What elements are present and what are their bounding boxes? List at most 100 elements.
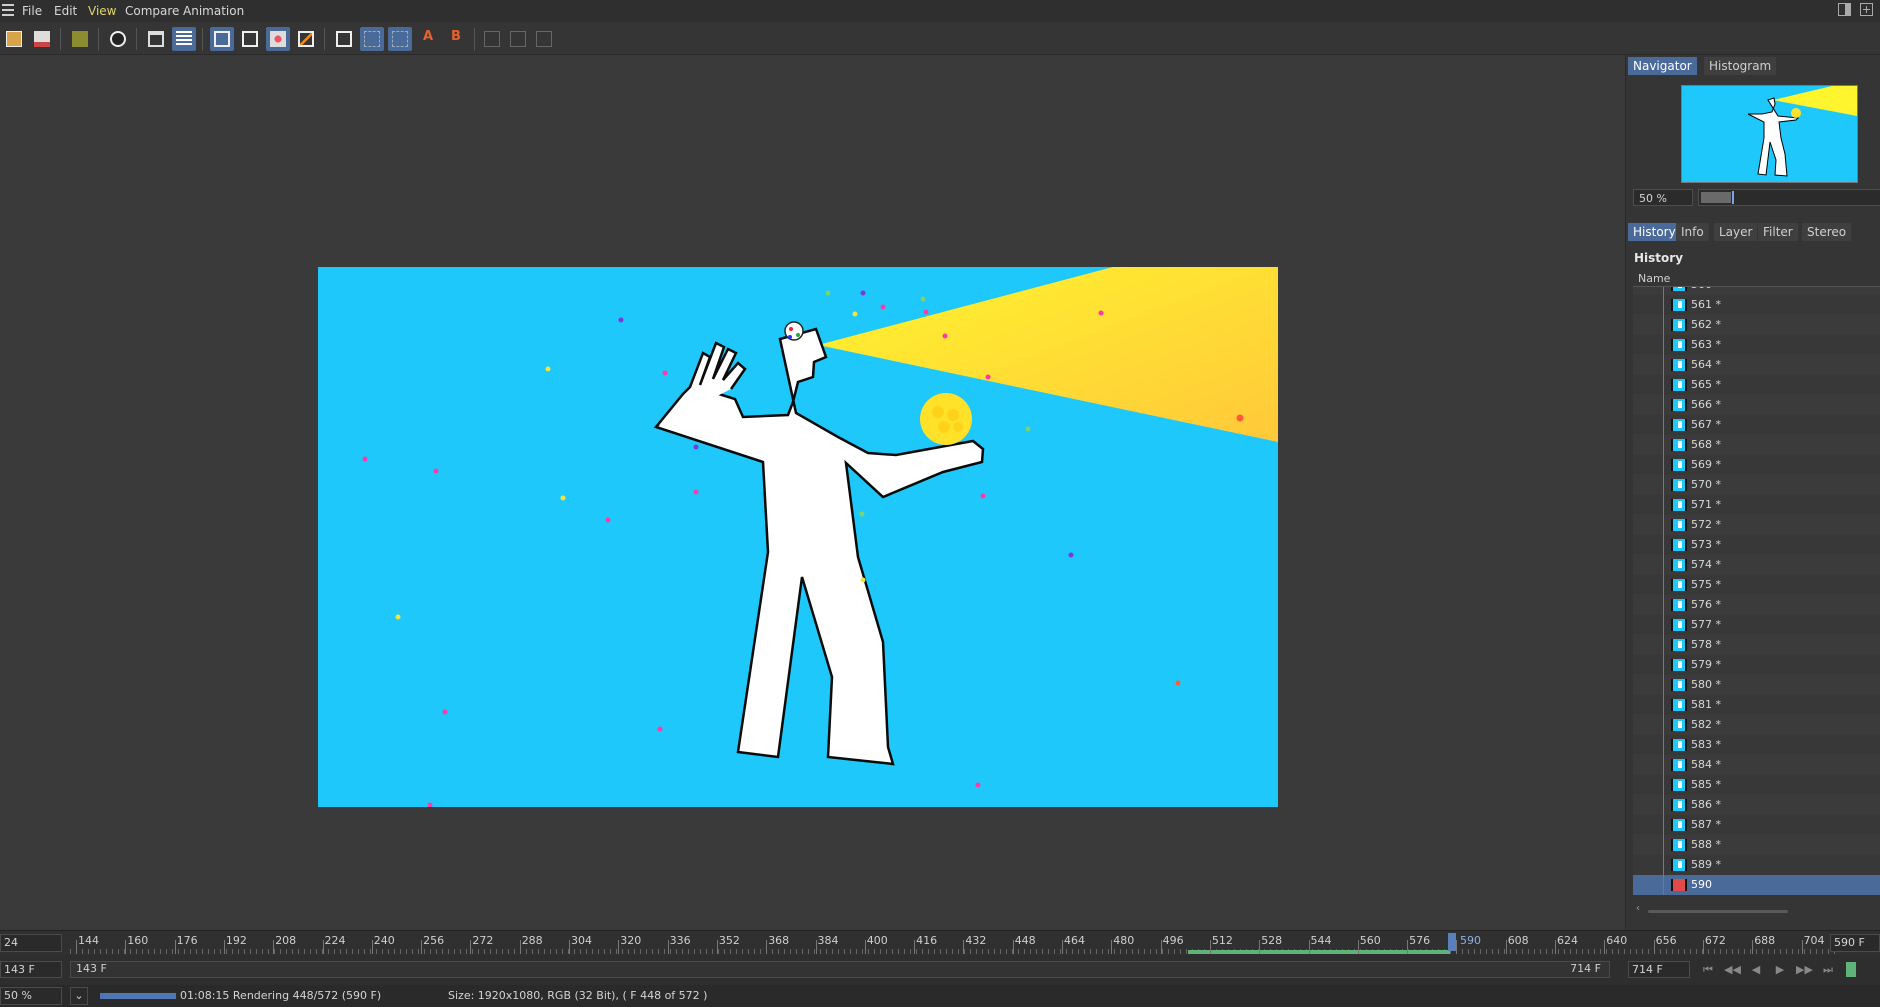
ab-compare-button[interactable]	[332, 27, 356, 51]
history-row[interactable]: 566 *	[1633, 395, 1880, 415]
delete-button[interactable]	[144, 27, 168, 51]
menu-compare[interactable]: Compare	[125, 4, 179, 18]
save-button[interactable]	[30, 27, 54, 51]
go-to-start-icon[interactable]: ⏮	[1700, 962, 1716, 977]
layout-2-button[interactable]	[506, 27, 530, 51]
history-row[interactable]: 583 *	[1633, 735, 1880, 755]
ruler-tick	[667, 940, 669, 954]
history-row[interactable]: 571 *	[1633, 495, 1880, 515]
history-row[interactable]: 570 *	[1633, 475, 1880, 495]
history-row[interactable]: 574 *	[1633, 555, 1880, 575]
menu-animation[interactable]: Animation	[183, 4, 244, 18]
loop-icon[interactable]	[1846, 962, 1856, 977]
status-dropdown[interactable]: ⌄	[70, 987, 88, 1005]
zoom-slider-handle[interactable]	[1732, 191, 1734, 204]
history-row[interactable]: 573 *	[1633, 535, 1880, 555]
navigator-thumbnail[interactable]	[1681, 85, 1858, 183]
history-column-name[interactable]: Name	[1633, 270, 1880, 287]
view-single-button[interactable]	[210, 27, 234, 51]
tab-history[interactable]: History	[1628, 223, 1681, 241]
tab-histogram[interactable]: Histogram	[1704, 57, 1777, 75]
history-row[interactable]: 582 *	[1633, 715, 1880, 735]
tab-info[interactable]: Info	[1676, 223, 1709, 241]
history-row[interactable]: 567 *	[1633, 415, 1880, 435]
history-row[interactable]: 588 *	[1633, 835, 1880, 855]
view-region-button[interactable]	[238, 27, 262, 51]
history-list[interactable]: 560 * 561 * 562 * 563 * 564 * 565 * 566 * 567 *…	[1633, 287, 1880, 897]
history-row[interactable]: 584 *	[1633, 755, 1880, 775]
history-row[interactable]: 565 *	[1633, 375, 1880, 395]
history-row[interactable]: 578 *	[1633, 635, 1880, 655]
menu-file[interactable]: File	[22, 4, 42, 18]
view-edit-button[interactable]	[294, 27, 318, 51]
history-row[interactable]: 590	[1633, 875, 1880, 895]
ruler-tick	[864, 940, 866, 954]
history-row[interactable]: 579 *	[1633, 655, 1880, 675]
ruler-tick	[1259, 940, 1261, 954]
step-back-icon[interactable]: ◀◀	[1724, 962, 1741, 977]
history-row[interactable]: 577 *	[1633, 615, 1880, 635]
history-row[interactable]: 586 *	[1633, 795, 1880, 815]
status-zoom-field[interactable]: 50 %	[0, 987, 62, 1005]
split-horizontal-button[interactable]	[360, 27, 384, 51]
toolbar-divider	[324, 28, 325, 50]
history-row[interactable]: 564 *	[1633, 355, 1880, 375]
zoom-slider[interactable]	[1698, 189, 1880, 206]
layout-1-button[interactable]	[480, 27, 504, 51]
clapper-button[interactable]	[106, 27, 130, 51]
split-vertical-button[interactable]	[388, 27, 412, 51]
timeline-ruler[interactable]: 24 144 160 176 192 208 224 240 256 272 288 304 320 3…	[0, 931, 1880, 955]
panel-layout-icon[interactable]	[1838, 3, 1851, 16]
film-frame-icon	[1671, 839, 1687, 851]
tab-stereo[interactable]: Stereo	[1802, 223, 1852, 241]
tab-filter[interactable]: Filter	[1758, 223, 1798, 241]
set-a-button[interactable]: A	[416, 27, 440, 51]
end-frame-field[interactable]: 590 F	[1830, 934, 1880, 952]
list-view-button[interactable]	[172, 27, 196, 51]
scroll-left-icon[interactable]: ‹	[1636, 903, 1640, 914]
play-forward-icon[interactable]: ▶	[1772, 962, 1788, 977]
history-row[interactable]: 569 *	[1633, 455, 1880, 475]
film-frame-icon	[1671, 499, 1687, 511]
image-viewer[interactable]	[0, 55, 1625, 930]
history-row[interactable]: 576 *	[1633, 595, 1880, 615]
hamburger-menu-icon[interactable]	[2, 4, 14, 16]
tree-line	[1663, 775, 1664, 795]
history-row[interactable]: 561 *	[1633, 295, 1880, 315]
view-channels-button[interactable]	[266, 27, 290, 51]
timeline-left-field[interactable]: 24	[0, 934, 62, 952]
history-row[interactable]: 587 *	[1633, 815, 1880, 835]
ruler-label: 176	[176, 934, 198, 947]
play-backward-icon[interactable]: ◀	[1748, 962, 1764, 977]
tab-layer[interactable]: Layer	[1714, 223, 1758, 241]
frame-range-bar[interactable]: 143 F 714 F	[70, 961, 1610, 978]
status-zoom-value: 50 %	[4, 989, 32, 1002]
menu-edit[interactable]: Edit	[54, 4, 77, 18]
pencil-icon	[298, 31, 314, 47]
history-row[interactable]: 563 *	[1633, 335, 1880, 355]
history-row[interactable]: 585 *	[1633, 775, 1880, 795]
set-b-button[interactable]: B	[444, 27, 468, 51]
timeline-playhead[interactable]	[1448, 933, 1456, 951]
history-row[interactable]: 560 *	[1633, 287, 1880, 295]
menu-view[interactable]: View	[88, 4, 116, 18]
layout-3-button[interactable]	[532, 27, 556, 51]
maximize-icon[interactable]	[1860, 3, 1873, 16]
history-row[interactable]: 589 *	[1633, 855, 1880, 875]
step-forward-icon[interactable]: ▶▶	[1796, 962, 1813, 977]
start-frame-field[interactable]: 143 F	[0, 961, 62, 978]
end-range-field[interactable]: 714 F	[1628, 961, 1690, 978]
history-row[interactable]: 575 *	[1633, 575, 1880, 595]
history-row[interactable]: 580 *	[1633, 675, 1880, 695]
go-to-end-icon[interactable]: ⏭	[1820, 962, 1836, 977]
compare-image-button[interactable]	[68, 27, 92, 51]
history-row[interactable]: 581 *	[1633, 695, 1880, 715]
open-file-button[interactable]	[2, 27, 26, 51]
history-scrollbar-thumb[interactable]	[1648, 910, 1788, 913]
zoom-input[interactable]: 50 %	[1633, 189, 1693, 206]
history-row[interactable]: 568 *	[1633, 435, 1880, 455]
history-row[interactable]: 562 *	[1633, 315, 1880, 335]
history-scrollbar[interactable]: ‹	[1636, 903, 1866, 915]
history-row[interactable]: 572 *	[1633, 515, 1880, 535]
tab-navigator[interactable]: Navigator	[1628, 57, 1697, 75]
